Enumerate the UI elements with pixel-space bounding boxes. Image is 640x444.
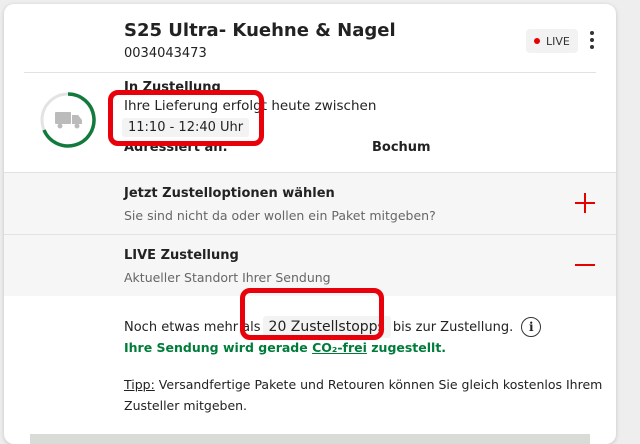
live-delivery-section[interactable] — [4, 234, 616, 296]
delivery-progress-icon — [40, 92, 96, 148]
status-heading: In Zustellung — [124, 80, 221, 95]
delivery-time-window: 11:10 - 12:40 Uhr — [122, 118, 250, 137]
divider — [24, 72, 596, 73]
divider — [4, 234, 616, 235]
stops-count: 20 Zustellstopps — [262, 316, 391, 338]
info-icon[interactable]: i — [521, 317, 542, 337]
minus-icon[interactable] — [574, 254, 596, 276]
stops-prefix: Noch etwas mehr als — [124, 319, 261, 335]
live-badge: LIVE — [526, 29, 578, 53]
green-prefix: Ihre Sendung wird gerade — [124, 340, 308, 355]
tracking-number: 0034043473 — [124, 46, 207, 61]
co2-free-notice: Ihre Sendung wird gerade CO₂-frei zugest… — [124, 340, 446, 355]
plus-icon[interactable] — [574, 192, 596, 214]
shipment-title: S25 Ultra- Kuehne & Nagel — [124, 20, 396, 41]
tip-label: Tipp: — [124, 377, 155, 392]
co2-free-link[interactable]: CO₂-frei — [312, 340, 367, 355]
tip-text: Tipp: Versandfertige Pakete und Retouren… — [124, 374, 604, 416]
delivery-time-text: Ihre Lieferung erfolgt heute zwischen — [124, 98, 377, 114]
live-delivery-subtitle: Aktueller Standort Ihrer Sendung — [124, 270, 331, 285]
stops-remaining-text: Noch etwas mehr als 20 Zustellstopps bis… — [124, 316, 542, 338]
stops-suffix: bis zur Zustellung. — [392, 319, 514, 335]
address-label: Adressiert an: — [124, 140, 228, 155]
divider — [4, 172, 616, 173]
shipment-card: S25 Ultra- Kuehne & Nagel 0034043473 LIV… — [4, 4, 616, 444]
more-options-icon[interactable] — [584, 28, 600, 54]
delivery-truck-icon — [55, 112, 82, 129]
live-badge-label: LIVE — [546, 34, 570, 48]
tip-body: Versandfertige Pakete und Retouren könne… — [124, 377, 603, 413]
live-dot-icon — [534, 38, 540, 44]
live-delivery-title[interactable]: LIVE Zustellung — [124, 248, 239, 263]
delivery-options-subtitle: Sie sind nicht da oder wollen ein Paket … — [124, 208, 436, 223]
delivery-options-title[interactable]: Jetzt Zustelloptionen wählen — [124, 186, 335, 201]
address-city: Bochum — [372, 140, 431, 155]
green-suffix: zugestellt. — [371, 340, 447, 355]
delivery-options-section[interactable] — [4, 172, 616, 234]
